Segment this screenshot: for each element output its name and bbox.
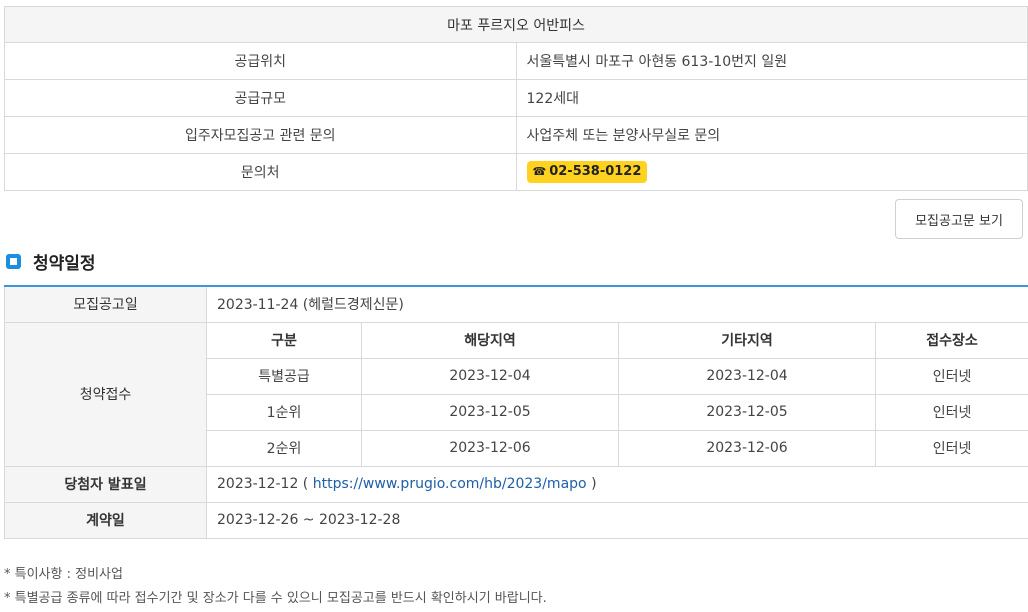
inquiry-label: 입주자모집공고 관련 문의 xyxy=(4,116,517,154)
note-special: * 특이사항 : 정비사업 xyxy=(4,567,123,582)
supply-location-label: 공급위치 xyxy=(4,42,517,80)
note-warning: * 특별공급 종류에 따라 접수기간 및 장소가 다를 수 있으니 모집공고를 … xyxy=(4,591,547,606)
view-notice-button[interactable]: 모집공고문 보기 xyxy=(895,199,1023,239)
supply-scale-value: 122세대 xyxy=(515,79,1028,117)
square-bullet-icon xyxy=(6,253,21,269)
winner-announcement-link[interactable]: https://www.prugio.com/hb/2023/mapo xyxy=(313,476,587,492)
winner-date-close: ) xyxy=(591,476,597,492)
subscription-schedule-table: 모집공고일 2023-11-24 (헤럴드경제신문) 청약접수 구분 해당지역 … xyxy=(4,285,1028,539)
complex-title: 마포 푸르지오 어반피스 xyxy=(4,6,1028,43)
row-place: 인터넷 xyxy=(874,393,1028,431)
section-title: 청약일정 xyxy=(33,253,96,274)
col-header-type: 구분 xyxy=(206,321,362,359)
col-header-place: 접수장소 xyxy=(874,321,1028,359)
row-local-date: 2023-12-05 xyxy=(361,393,619,431)
row-place: 인터넷 xyxy=(874,357,1028,395)
inquiry-value: 사업주체 또는 분양사무실로 문의 xyxy=(515,116,1028,154)
phone-number: 02-538-0122 xyxy=(549,164,642,179)
col-header-local: 해당지역 xyxy=(361,321,619,359)
row-other-date: 2023-12-05 xyxy=(618,393,876,431)
col-header-other: 기타지역 xyxy=(618,321,876,359)
row-local-date: 2023-12-04 xyxy=(361,357,619,395)
row-other-date: 2023-12-04 xyxy=(618,357,876,395)
supply-location-value: 서울특별시 마포구 아현동 613-10번지 일원 xyxy=(515,42,1028,80)
apply-label: 청약접수 xyxy=(4,321,207,467)
row-type: 2순위 xyxy=(206,429,362,467)
phone-number-badge[interactable]: ☎ 02-538-0122 xyxy=(526,161,648,183)
contract-date-label: 계약일 xyxy=(4,501,207,539)
announce-date-value: 2023-11-24 (헤럴드경제신문) xyxy=(205,285,1028,323)
phone-icon: ☎ xyxy=(532,165,547,178)
row-other-date: 2023-12-06 xyxy=(618,429,876,467)
notes: * 특이사항 : 정비사업 * 특별공급 종류에 따라 접수기간 및 장소가 다… xyxy=(4,563,547,611)
row-local-date: 2023-12-06 xyxy=(361,429,619,467)
complex-info-table: 마포 푸르지오 어반피스 공급위치 서울특별시 마포구 아현동 613-10번지… xyxy=(4,6,1028,191)
contact-label: 문의처 xyxy=(4,153,517,191)
winner-date-cell: 2023-12-12 ( https://www.prugio.com/hb/2… xyxy=(205,465,1028,503)
row-type: 1순위 xyxy=(206,393,362,431)
winner-date-value: 2023-12-12 ( xyxy=(217,476,309,492)
section-heading: 청약일정 xyxy=(6,249,96,274)
announce-date-label: 모집공고일 xyxy=(4,285,207,323)
row-place: 인터넷 xyxy=(874,429,1028,467)
supply-scale-label: 공급규모 xyxy=(4,79,517,117)
contact-cell: ☎ 02-538-0122 xyxy=(515,153,1028,191)
contract-date-value: 2023-12-26 ~ 2023-12-28 xyxy=(205,501,1028,539)
winner-date-label: 당첨자 발표일 xyxy=(4,465,207,503)
row-type: 특별공급 xyxy=(206,357,362,395)
